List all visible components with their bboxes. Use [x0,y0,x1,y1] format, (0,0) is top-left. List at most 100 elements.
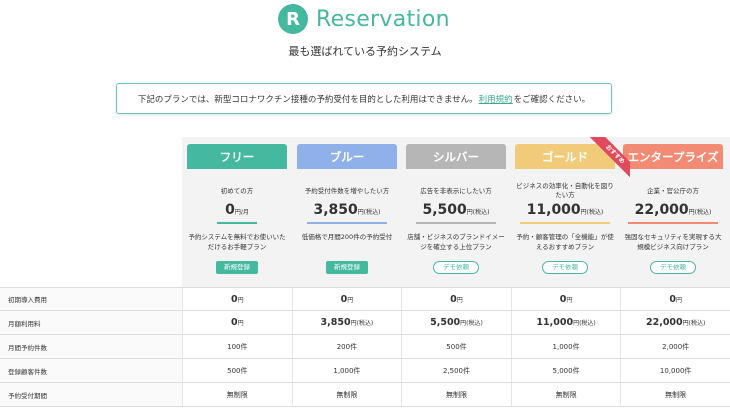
plan-price-unit: 円(税込) [357,209,381,216]
cell-value: 0 [669,293,676,305]
logo-mark-icon: R [278,4,308,34]
plan-price-unit: 円(税込) [580,209,604,216]
signup-button[interactable]: 新規登録 [326,261,368,274]
cell-value: 無制限 [665,390,687,399]
plan-description: 予約システムを無料でお使いいただけるお手軽プラン [188,233,286,251]
cell-value: 0 [230,293,238,305]
notice-text-after: をご確認ください。 [513,94,591,105]
plan-name: シルバー [406,144,506,169]
plan-price-unit: 円(税込) [466,209,490,216]
row-label: 初期導入費用 [0,288,182,310]
plan-price: 11,000 円(税込) [515,202,615,220]
table-cell: 11,000 円(税込) [510,311,621,334]
table-cell: 0円 [182,311,292,334]
table-cell: 0円 [510,288,621,310]
demo-request-button[interactable]: デモ依頼 [542,261,588,274]
plan-card-blue: ブルー 予約受付件数を増やしたい方 3,850 円(税込) 低価格で月間200件の予約受… [297,144,397,274]
plan-name: フリー [187,144,287,169]
terms-link[interactable]: 利用規約 [479,93,513,105]
plan-price-value: 5,500 [422,202,467,218]
plan-price: 22,000 円(税込) [623,202,723,220]
plan-price-underline [307,222,387,224]
plan-price-value: 3,850 [313,202,358,218]
cell-value: 無制限 [226,390,248,399]
cell-value: 5,000件 [552,366,580,375]
cell-value: 11,000 [536,317,574,328]
signup-button[interactable]: 新規登録 [216,261,258,274]
plan-price-underline [217,222,257,224]
table-cell: 3,850 円(税込) [291,311,402,334]
table-cell: 無制限 [401,383,511,406]
plan-target: ビジネスの効率化・自動化を図りたい方 [516,182,614,199]
brand-name: Reservation [316,6,450,32]
plan-price: 3,850 円(税込) [297,202,397,220]
table-cell: 5,000件 [510,359,621,382]
table-row: 登録顧客件数 500件 1,000件 2,500件 5,000件 10,000件 [0,359,730,383]
cell-value: 無制限 [336,390,358,399]
cell-unit: 円(税込) [350,320,374,327]
cell-unit: 円 [347,296,354,304]
brand-logo[interactable]: R Reservation [278,4,450,34]
cell-unit: 円 [237,320,244,327]
row-label: 登録顧客件数 [0,359,182,382]
cell-value: 無制限 [555,390,577,399]
cell-unit: 円 [237,296,244,304]
row-label: 月額利用料 [0,311,182,334]
cell-value: 0 [559,293,567,305]
table-cell: 無制限 [510,383,621,406]
cell-value: 無制限 [445,390,467,399]
table-cell: 22,000 円(税込) [620,311,730,334]
cell-value: 3,850 [320,317,351,328]
plan-description: 店舗・ビジネスのブランドイメージを確立する上位プラン [407,233,505,251]
cell-unit: 円 [456,296,463,304]
plan-name: ブルー [297,144,397,169]
row-label: 予約受付期間 [0,383,182,406]
table-cell: 10,000件 [620,359,730,382]
cell-value: 200件 [336,342,358,351]
cell-unit: 円 [675,296,682,304]
plan-card-enterprise: エンタープライズ 企業・官公庁の方 22,000 円(税込) 強固なセキュリティを実現す… [623,144,723,274]
cell-unit: 円(税込) [682,320,706,327]
recommended-ribbon: おすすめ [588,137,630,179]
tagline: 最も選ばれている予約システム [288,45,442,58]
notice-text: 下記のプランでは、新型コロナワクチン接種の予約受付を目的とした利用はできません。 [137,94,478,105]
table-cell: 0円 [182,288,292,310]
table-row: 月間予約件数 100件 200件 500件 1,000件 2,000件 [0,335,730,359]
table-cell: 2,000件 [620,335,730,358]
cell-unit: 円 [566,296,573,304]
comparison-table: 初期導入費用 0 円 0 円 0 円 0 円 0 円月額利用料 0 円 3,850 円(税込) 5,500 円(… [0,287,730,407]
table-row: 初期導入費用 0 円 0 円 0 円 0 円 0 円 [0,287,730,311]
plan-price-unit: 円(税込) [688,209,712,216]
cell-value: 0 [450,293,457,305]
table-cell: 100件 [182,335,292,358]
plan-description: 低価格で月間200件の予約受付 [301,233,393,241]
row-label: 月間予約件数 [0,335,182,358]
plan-target: 初めての方 [220,186,254,195]
plan-price-value: 0 [225,202,235,218]
cell-value: 1,000件 [333,366,361,375]
cell-value: 100件 [227,342,248,351]
plan-price-value: 11,000 [526,202,581,218]
plan-description: 予約・顧客管理の「全機能」が使えるおすすめプラン [516,233,614,251]
plan-target: 広告を非表示にしたい方 [420,186,492,195]
plan-price: 5,500 円(税込) [406,202,506,220]
cell-value: 0 [340,293,348,305]
table-cell: 無制限 [291,383,402,406]
table-cell: 無制限 [620,383,730,406]
demo-request-button[interactable]: デモ依頼 [433,261,479,274]
table-cell: 200件 [291,335,402,358]
plan-price-underline [416,222,496,224]
table-cell: 0円 [401,288,511,310]
plan-price-underline [628,222,718,224]
plan-card-silver: シルバー広告を非表示にしたい方 5,500 円(税込) 店舗・ビジネスのブランドイメー… [406,144,506,274]
recommended-ribbon-label: おすすめ [589,137,630,179]
plan-description: 強固なセキュリティを実現する大規模ビジネス向けプラン [624,233,722,251]
cell-value: 10,000件 [659,366,692,375]
table-cell: 0円 [620,288,730,310]
cell-value: 500件 [227,366,248,375]
plan-price-underline [520,222,610,224]
plan-price-unit: 円/月 [234,209,249,216]
demo-request-button[interactable]: デモ依頼 [650,261,696,274]
cell-value: 5,500 [430,317,461,328]
plan-target: 企業・官公庁の方 [647,186,699,195]
